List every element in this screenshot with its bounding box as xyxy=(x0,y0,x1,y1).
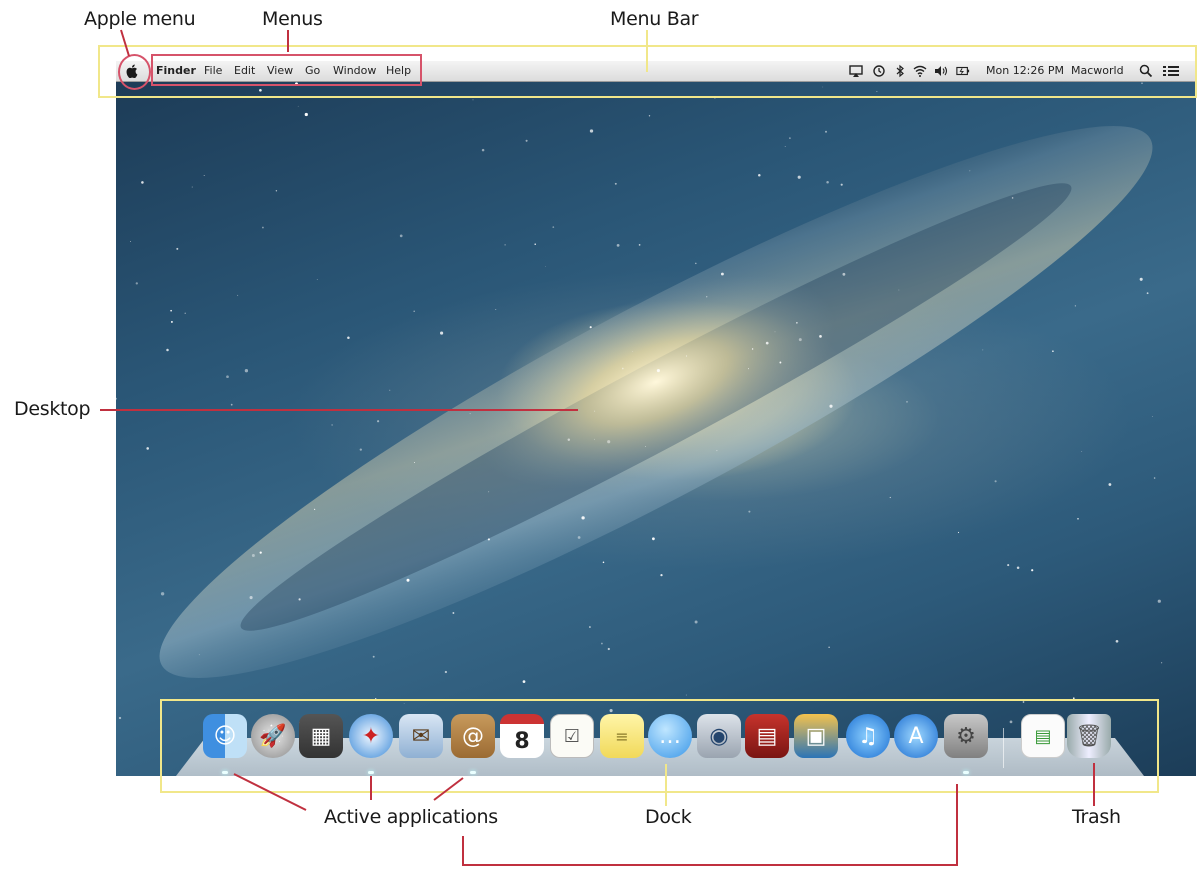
active-apps-leader-contacts xyxy=(433,777,464,801)
desktop-label: Desktop xyxy=(14,398,91,420)
active-apps-leader-finder xyxy=(233,773,307,811)
active-applications-label: Active applications xyxy=(324,806,498,828)
apple-menu-label: Apple menu xyxy=(84,8,196,30)
trash-label: Trash xyxy=(1072,806,1121,828)
active-apps-leader-system-preferences xyxy=(462,784,958,866)
menus-label: Menus xyxy=(262,8,323,30)
menu-bar-label: Menu Bar xyxy=(610,8,699,30)
dock-label: Dock xyxy=(645,806,692,828)
apple-menu-leader xyxy=(120,29,130,57)
annotation-leader-lines xyxy=(100,29,1095,866)
